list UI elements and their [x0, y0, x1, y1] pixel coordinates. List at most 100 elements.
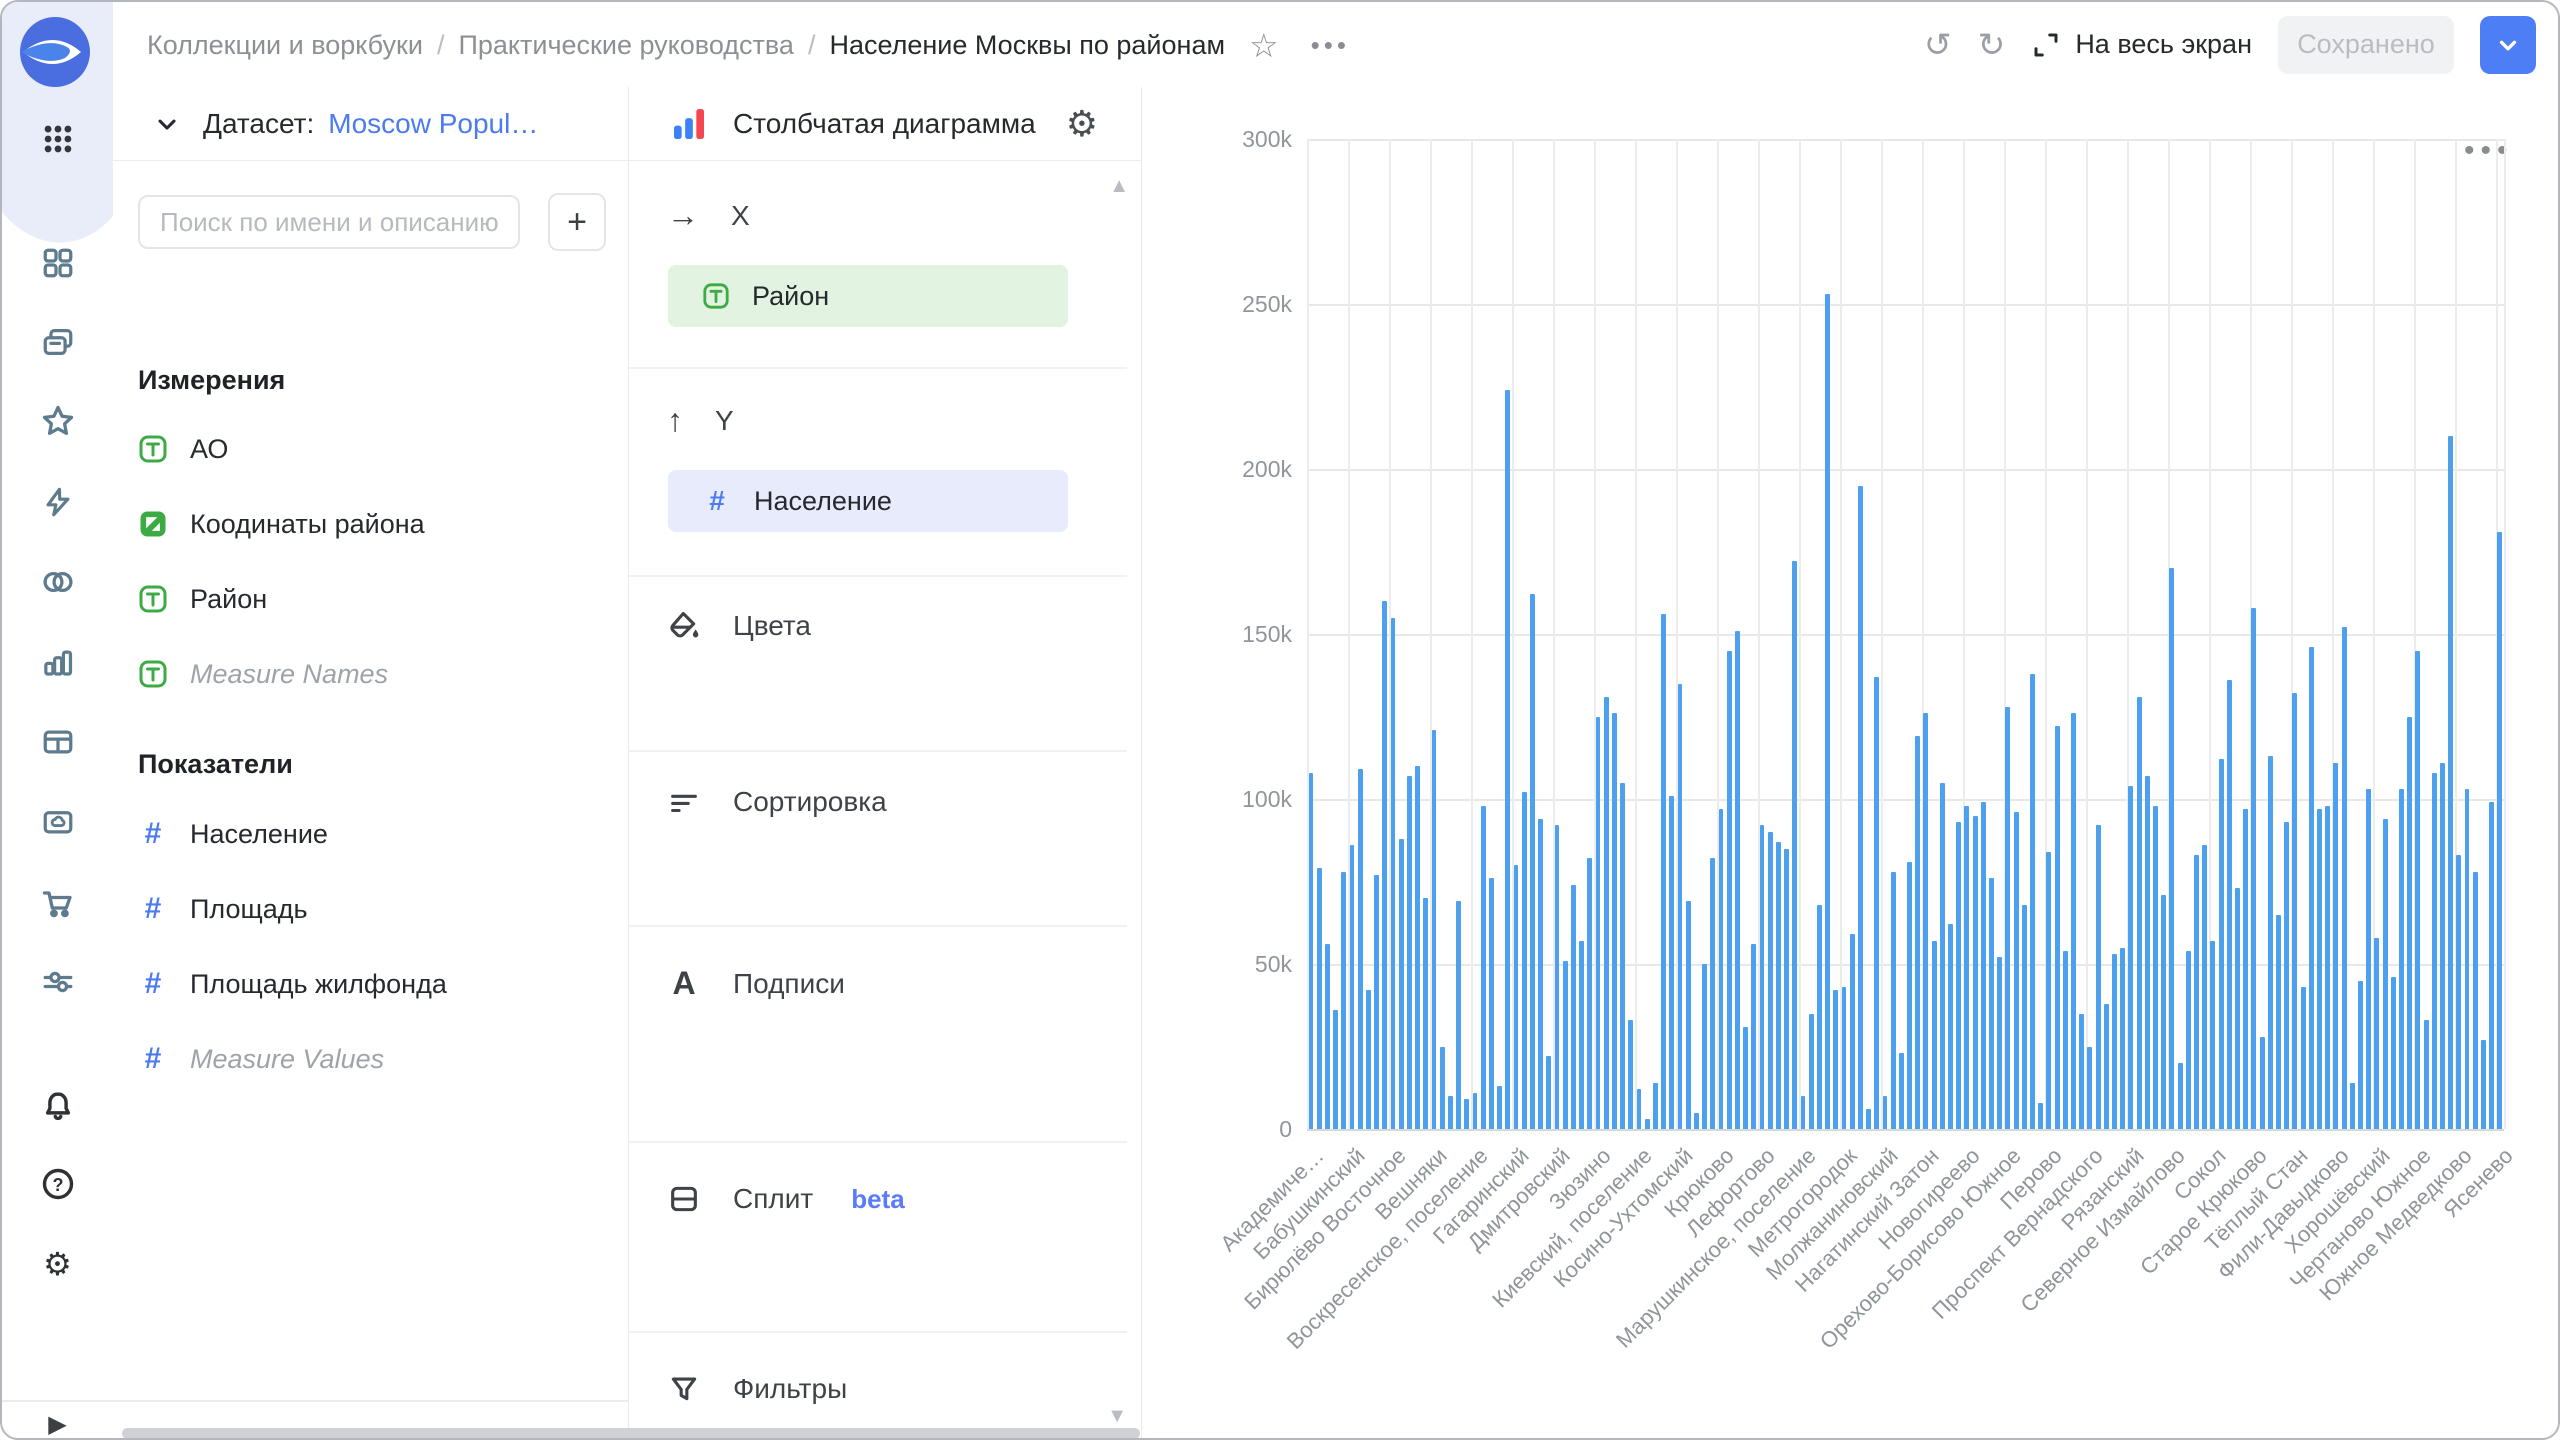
chart-bar[interactable] — [1956, 822, 1961, 1129]
chart-bar[interactable] — [2358, 981, 2363, 1130]
datalens-logo-icon[interactable] — [19, 16, 91, 88]
chart-bar[interactable] — [2104, 1004, 2109, 1129]
chart-bar[interactable] — [1899, 1053, 1904, 1129]
chart-bar[interactable] — [1571, 885, 1576, 1129]
chart-bar[interactable] — [1702, 964, 1707, 1129]
chart-bar[interactable] — [2342, 627, 2347, 1129]
chart-bar[interactable] — [2317, 809, 2322, 1129]
marketplace-cart-icon[interactable] — [2, 878, 113, 926]
chart-bar[interactable] — [1612, 713, 1617, 1129]
chart-bar[interactable] — [1415, 766, 1420, 1129]
chart-bar[interactable] — [2481, 1040, 2486, 1129]
y-field-chip[interactable]: # Население — [668, 470, 1068, 532]
expand-rail-icon[interactable]: ▶ — [2, 1400, 113, 1440]
chart-bar[interactable] — [1366, 990, 1371, 1129]
favorite-star-icon[interactable]: ☆ — [1249, 26, 1279, 65]
chart-bar[interactable] — [2424, 1020, 2429, 1129]
chart-bar[interactable] — [1505, 390, 1510, 1129]
notifications-bell-icon[interactable] — [2, 1082, 113, 1130]
chart-bar[interactable] — [1833, 990, 1838, 1129]
chart-bar[interactable] — [1997, 957, 2002, 1129]
chart-bar[interactable] — [1809, 1014, 1814, 1130]
charts-icon[interactable] — [2, 638, 113, 686]
chart-bar[interactable] — [1801, 1096, 1806, 1129]
chart-bar[interactable] — [2465, 789, 2470, 1129]
chart-bar[interactable] — [2071, 713, 2076, 1129]
chart-bar[interactable] — [1514, 865, 1519, 1129]
chart-bar[interactable] — [2391, 977, 2396, 1129]
chart-bar[interactable] — [1661, 614, 1666, 1129]
horizontal-scrollbar[interactable] — [122, 1428, 1140, 1439]
chart-bar[interactable] — [1710, 858, 1715, 1129]
chart-bar[interactable] — [2186, 951, 2191, 1129]
chart-bar[interactable] — [1653, 1083, 1658, 1129]
chart-bar[interactable] — [1587, 858, 1592, 1129]
chart-bar[interactable] — [1530, 594, 1535, 1129]
x-field-chip[interactable]: Район — [668, 265, 1068, 327]
chart-bar[interactable] — [1694, 1113, 1699, 1130]
scroll-up-icon[interactable]: ▲ — [1109, 175, 1129, 198]
settings-gear-icon[interactable]: ⚙ — [2, 1240, 113, 1288]
chart-bar[interactable] — [1981, 802, 1986, 1129]
chart-bar[interactable] — [2260, 1037, 2265, 1129]
chart-bar[interactable] — [2014, 812, 2019, 1129]
chart-bar[interactable] — [1309, 773, 1314, 1129]
chart-bar[interactable] — [1423, 898, 1428, 1129]
colors-section[interactable]: Цвета — [667, 609, 811, 643]
chart-bar[interactable] — [1784, 849, 1789, 1130]
chart-bar[interactable] — [1456, 901, 1461, 1129]
chart-bar[interactable] — [2112, 954, 2117, 1129]
chart-bar[interactable] — [2005, 707, 2010, 1129]
chart-bar[interactable] — [2350, 1083, 2355, 1129]
chart-bar[interactable] — [1964, 806, 1969, 1129]
dimension-row-ao[interactable]: АО — [138, 427, 228, 471]
dimension-row-coords[interactable]: Коодинаты района — [138, 502, 425, 546]
fullscreen-control[interactable]: На весь экран — [2031, 29, 2252, 60]
chart-bar[interactable] — [1907, 862, 1912, 1129]
chart-bar[interactable] — [2096, 825, 2101, 1129]
chart-bar[interactable] — [2284, 822, 2289, 1129]
chart-bar[interactable] — [1776, 842, 1781, 1129]
measure-row-zhilfond[interactable]: # Площадь жилфонда — [138, 962, 447, 1006]
field-search-input[interactable] — [138, 195, 520, 249]
chart-bar[interactable] — [1333, 1010, 1338, 1129]
chart-bar[interactable] — [1915, 736, 1920, 1129]
chart-bar[interactable] — [1768, 832, 1773, 1129]
scroll-down-icon[interactable]: ▼ — [1107, 1405, 1127, 1428]
chart-bar[interactable] — [2251, 608, 2256, 1129]
chart-bar[interactable] — [1489, 878, 1494, 1129]
chart-bar[interactable] — [1637, 1089, 1642, 1129]
chart-bar[interactable] — [1973, 816, 1978, 1130]
chart-bar[interactable] — [2178, 1063, 2183, 1129]
chart-bar[interactable] — [2137, 697, 2142, 1129]
chart-bar[interactable] — [1743, 1027, 1748, 1129]
split-section[interactable]: Сплит beta — [667, 1182, 905, 1216]
chart-bar[interactable] — [2473, 872, 2478, 1129]
chart-bar[interactable] — [2309, 647, 2314, 1129]
chart-bar[interactable] — [2145, 776, 2150, 1129]
chart-bar[interactable] — [2046, 852, 2051, 1129]
dataset-selector-row[interactable]: Датасет: Moscow Popul… — [113, 87, 629, 161]
redo-icon[interactable]: ↻ — [1978, 25, 2006, 64]
chart-bar[interactable] — [1719, 809, 1724, 1129]
chart-bar[interactable] — [1850, 934, 1855, 1129]
chart-type-selector[interactable]: Столбчатая диаграмма ⚙ — [629, 87, 1142, 161]
chart-bar[interactable] — [2407, 717, 2412, 1130]
chart-bar[interactable] — [2268, 756, 2273, 1129]
chart-bar[interactable] — [2202, 845, 2207, 1129]
chart-bar[interactable] — [2128, 786, 2133, 1129]
chart-bar[interactable] — [1817, 905, 1822, 1129]
measure-row-measure-values[interactable]: # Measure Values — [138, 1037, 384, 1081]
filters-section[interactable]: Фильтры — [667, 1372, 847, 1406]
chart-bar[interactable] — [2243, 809, 2248, 1129]
chart-bar[interactable] — [2325, 806, 2330, 1129]
chart-bar[interactable] — [1432, 730, 1437, 1129]
chart-bar[interactable] — [2063, 951, 2068, 1129]
chart-bar[interactable] — [2374, 938, 2379, 1129]
dashboards-icon[interactable] — [2, 239, 113, 287]
chart-bar[interactable] — [1948, 924, 1953, 1129]
add-field-button[interactable]: + — [548, 193, 606, 251]
chart-bar[interactable] — [1866, 1109, 1871, 1129]
chart-bar[interactable] — [1923, 713, 1928, 1129]
chart-bar[interactable] — [1645, 1119, 1650, 1129]
